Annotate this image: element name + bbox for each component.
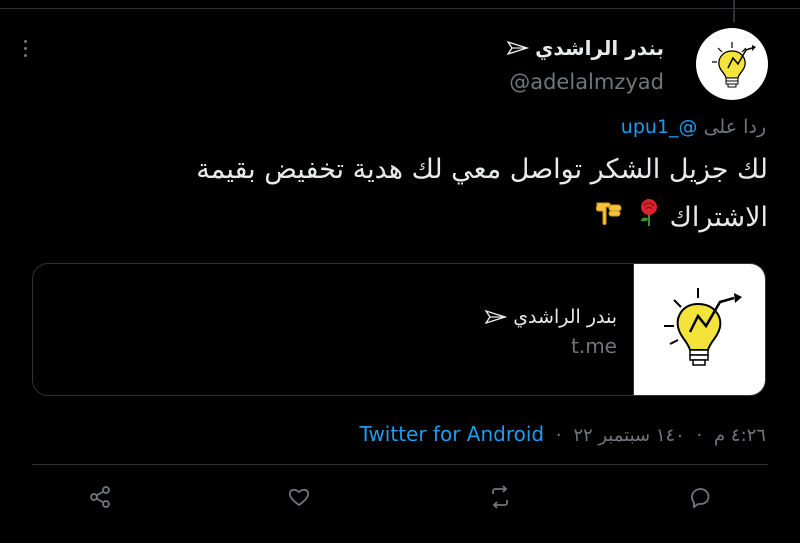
meta-separator: · bbox=[696, 425, 703, 446]
card-thumbnail bbox=[633, 264, 765, 395]
replying-to: ردا على @_upu1 bbox=[621, 116, 766, 138]
more-options-icon[interactable] bbox=[20, 38, 30, 60]
avatar[interactable] bbox=[696, 28, 768, 100]
reply-icon[interactable] bbox=[684, 481, 716, 513]
lightbulb-icon bbox=[712, 42, 756, 88]
actions-divider bbox=[32, 464, 768, 465]
rose-emoji bbox=[637, 195, 661, 243]
tweet-line-2-text: الاشتراك bbox=[669, 202, 768, 233]
card-title: بندر الراشدي bbox=[513, 306, 617, 328]
thread-line bbox=[733, 0, 735, 22]
tweet-date[interactable]: ١٤٠ سبتمبر ٢٢ bbox=[573, 425, 685, 446]
card-domain: t.me bbox=[571, 334, 617, 358]
action-bar bbox=[0, 481, 800, 513]
tweet-time[interactable]: ٤:٢٦ م bbox=[714, 425, 766, 446]
author-name[interactable]: بندر الراشدي bbox=[535, 36, 664, 60]
reply-mention-link[interactable]: @_upu1 bbox=[621, 116, 698, 138]
author-name-row[interactable]: بندر الراشدي bbox=[506, 36, 664, 60]
replying-to-label: ردا على bbox=[703, 116, 766, 138]
like-icon[interactable] bbox=[283, 481, 315, 513]
author-handle[interactable]: @adelalmzyad bbox=[509, 70, 664, 94]
share-icon[interactable] bbox=[84, 481, 116, 513]
pointing-down-hand-emoji bbox=[594, 195, 624, 243]
link-preview-card[interactable]: بندر الراشدي t.me bbox=[32, 263, 766, 396]
tweet-meta: ٤:٢٦ م · ١٤٠ سبتمبر ٢٢ · Twitter for And… bbox=[360, 422, 766, 446]
top-divider bbox=[0, 8, 800, 9]
tweet-text: لك جزيل الشكر تواصل معي لك هدية تخفيض بق… bbox=[118, 146, 768, 243]
tweet-line-1: لك جزيل الشكر تواصل معي لك هدية تخفيض بق… bbox=[196, 154, 768, 185]
retweet-icon[interactable] bbox=[484, 481, 516, 513]
paper-plane-icon bbox=[506, 40, 530, 56]
lightbulb-icon bbox=[664, 288, 742, 366]
card-title-row: بندر الراشدي bbox=[484, 306, 617, 328]
tweet-source[interactable]: Twitter for Android bbox=[360, 422, 545, 446]
meta-separator: · bbox=[555, 425, 562, 446]
paper-plane-icon bbox=[484, 309, 508, 325]
tweet-line-2: الاشتراك bbox=[118, 194, 768, 243]
